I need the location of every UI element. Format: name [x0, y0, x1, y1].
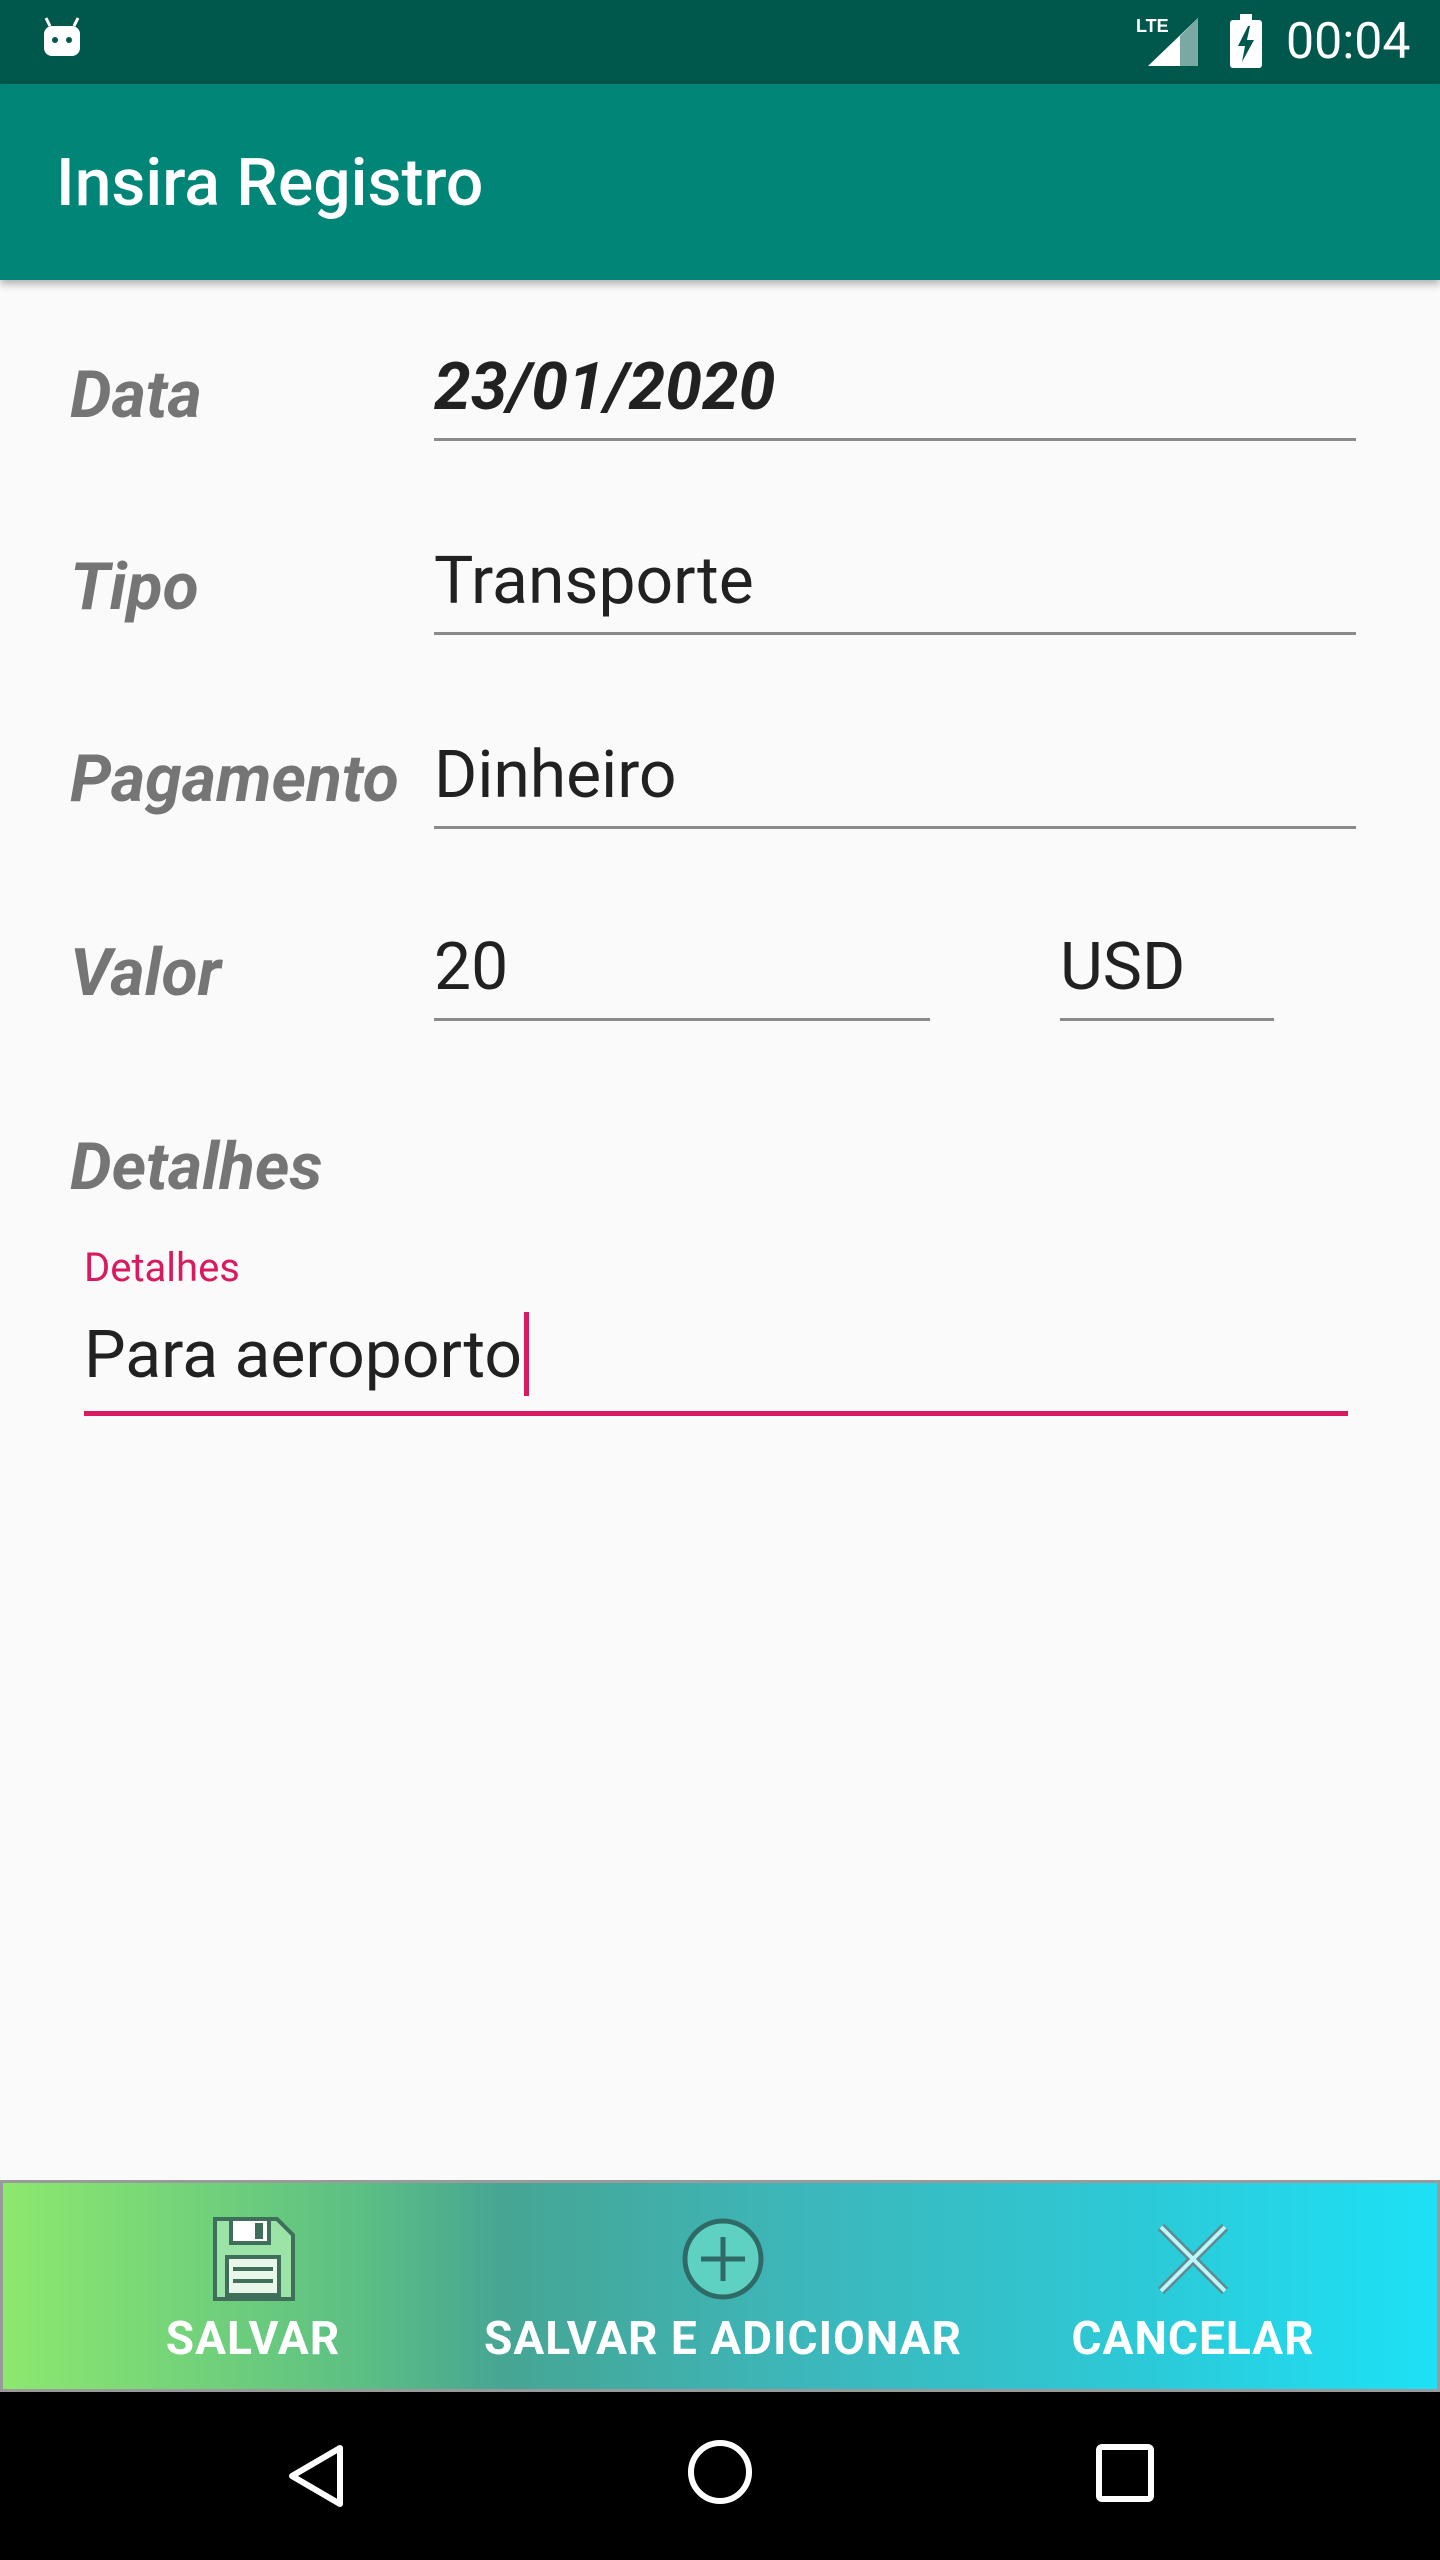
home-icon[interactable] — [686, 2438, 754, 2506]
bottom-action-bar: SALVAR SALVAR E ADICIONAR CANCELAR — [0, 2180, 1440, 2392]
lte-signal-icon: LTE — [1136, 16, 1198, 66]
system-navigation-bar — [0, 2392, 1440, 2560]
payment-label: Pagamento — [70, 741, 399, 818]
details-input-text: Para aeroporto — [84, 1317, 523, 1394]
save-button-label: SALVAR — [165, 2312, 341, 2366]
android-notification-icon — [44, 17, 80, 56]
save-button[interactable]: SALVAR — [103, 2183, 403, 2395]
amount-label: Valor — [70, 935, 222, 1012]
save-and-add-button-label: SALVAR E ADICIONAR — [484, 2312, 962, 2366]
cancel-button[interactable]: CANCELAR — [1043, 2183, 1343, 2395]
close-icon — [1157, 2223, 1229, 2295]
currency-field[interactable]: USD — [1060, 928, 1274, 1021]
payment-field[interactable]: Dinheiro — [434, 736, 1356, 829]
details-input[interactable]: Para aeroporto — [84, 1311, 1348, 1416]
status-bar: LTE 00:04 — [0, 0, 1440, 84]
details-label: Detalhes — [70, 1129, 323, 1206]
type-label: Tipo — [70, 549, 199, 626]
svg-text:LTE: LTE — [1136, 16, 1169, 36]
back-icon[interactable] — [282, 2442, 350, 2510]
date-field[interactable]: 23/01/2020 — [434, 348, 1356, 441]
floppy-disk-icon — [213, 2217, 295, 2301]
amount-field[interactable]: 20 — [434, 928, 930, 1021]
type-field[interactable]: Transporte — [434, 542, 1356, 635]
recents-icon[interactable] — [1094, 2442, 1156, 2504]
text-cursor — [524, 1311, 530, 1396]
app-bar: Insira Registro — [0, 84, 1440, 280]
page-title: Insira Registro — [56, 145, 484, 222]
details-floating-hint: Detalhes — [84, 1244, 240, 1291]
cancel-button-label: CANCELAR — [1071, 2312, 1315, 2366]
status-clock: 00:04 — [1286, 13, 1411, 71]
save-and-add-button[interactable]: SALVAR E ADICIONAR — [463, 2183, 983, 2395]
plus-circle-icon — [682, 2218, 764, 2300]
battery-charging-icon — [1230, 14, 1262, 68]
date-label: Data — [70, 357, 202, 434]
